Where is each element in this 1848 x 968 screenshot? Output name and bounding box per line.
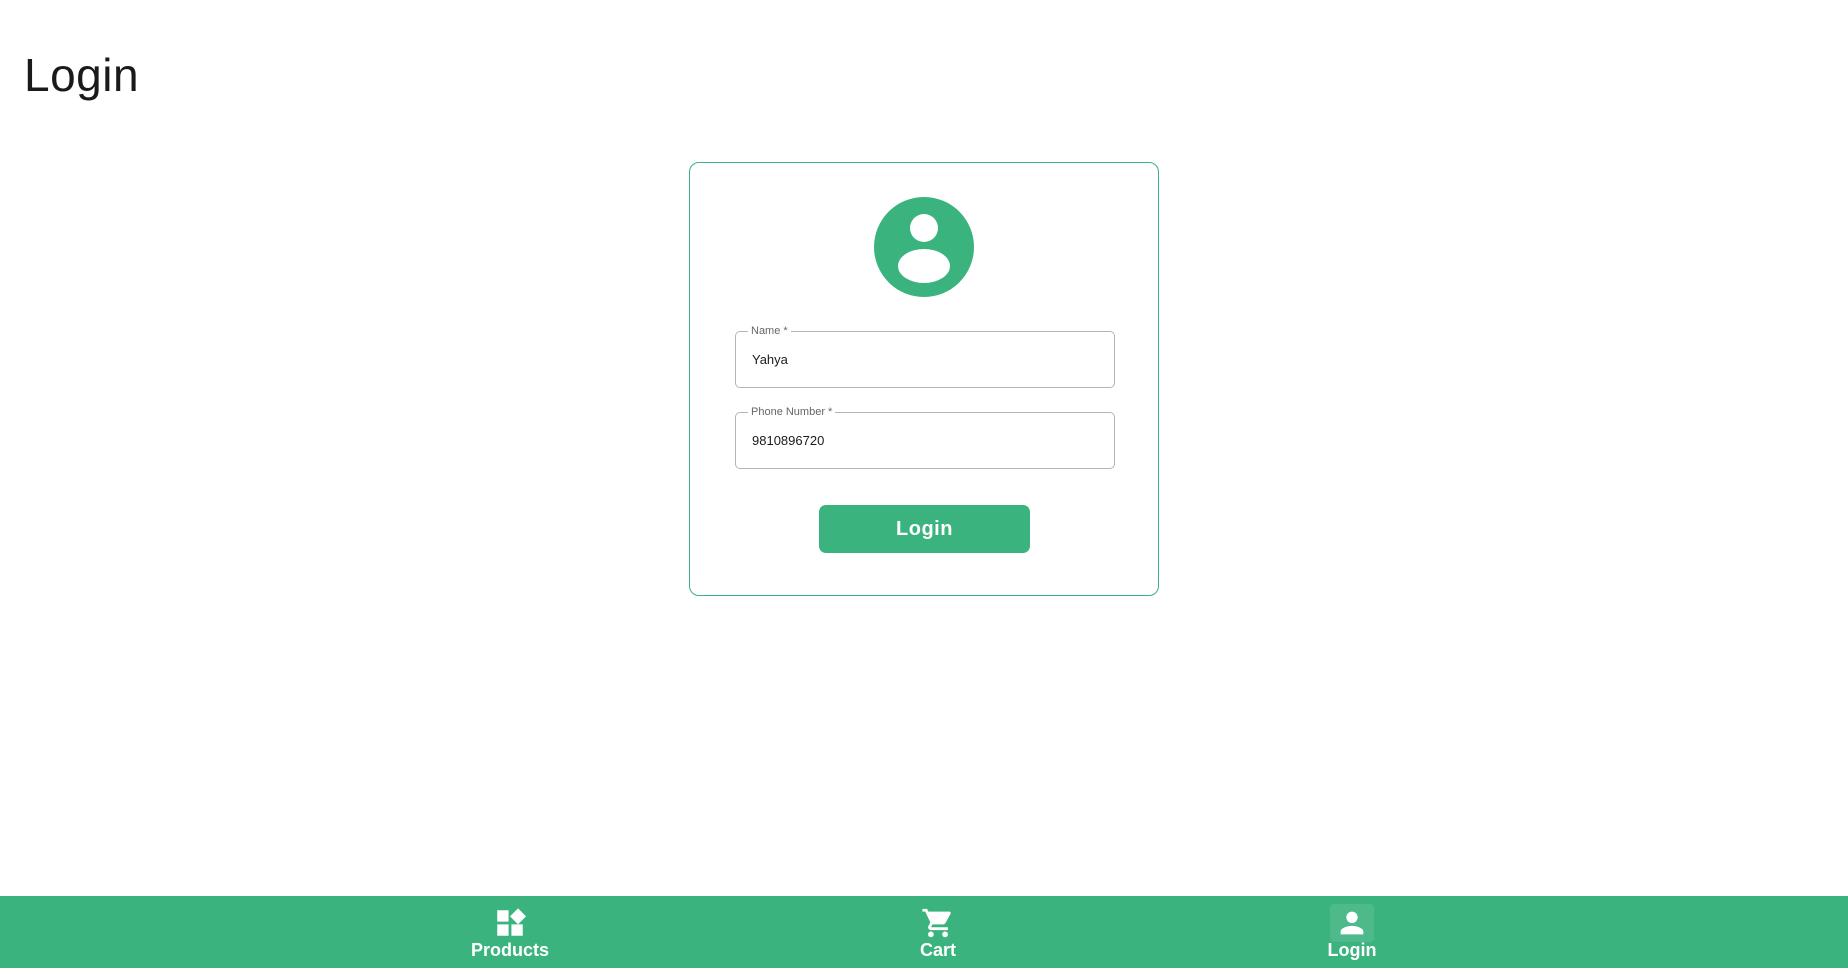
- nav-label-cart: Cart: [919, 940, 956, 960]
- login-page: Login Name * Phone Number * Login: [0, 0, 1848, 968]
- person-icon: [1330, 904, 1374, 942]
- login-card: Name * Phone Number * Login: [689, 162, 1159, 596]
- widgets-icon: [488, 904, 532, 942]
- nav-item-cart[interactable]: Cart: [858, 896, 1018, 968]
- phone-input[interactable]: [736, 413, 1114, 468]
- account-circle-icon: [874, 197, 974, 297]
- name-input[interactable]: [736, 332, 1114, 387]
- nav-item-products[interactable]: Products: [430, 896, 590, 968]
- bottom-navigation: Products Cart Login: [0, 896, 1848, 968]
- nav-label-login: Login: [1327, 940, 1377, 960]
- page-title: Login: [24, 49, 140, 101]
- nav-item-login[interactable]: Login: [1272, 896, 1432, 968]
- login-button[interactable]: Login: [819, 505, 1030, 553]
- name-field[interactable]: Name *: [735, 323, 1115, 388]
- phone-field[interactable]: Phone Number *: [735, 404, 1115, 469]
- nav-label-products: Products: [470, 940, 549, 960]
- cart-icon: [916, 904, 960, 942]
